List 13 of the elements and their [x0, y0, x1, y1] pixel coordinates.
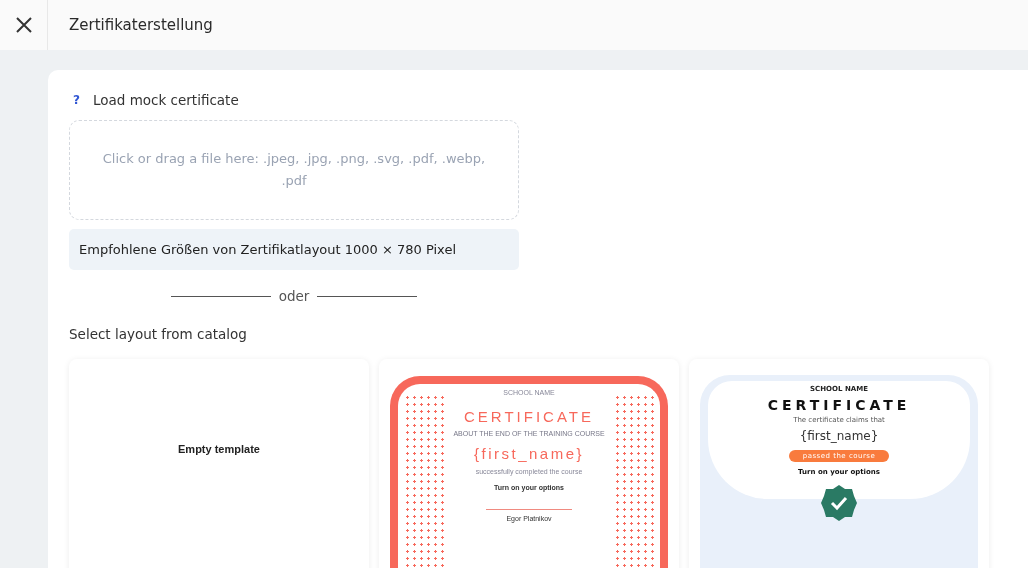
checkmark-seal-icon	[820, 484, 858, 522]
size-hint: Empfohlene Größen von Zertifikatlayout 1000 × 780 Pixel	[69, 229, 519, 270]
certificate-title: CERTIFICATE	[464, 408, 594, 425]
name-placeholder: {first_name}	[799, 429, 879, 443]
divider-label: oder	[278, 288, 310, 304]
name-placeholder: {first_name}	[473, 445, 584, 462]
upload-label: Load mock certificate	[92, 92, 239, 108]
page-title: Zertifikaterstellung	[69, 16, 213, 34]
certificate-title: CERTIFICATE	[767, 397, 911, 413]
catalog-label: Select layout from catalog	[69, 326, 248, 342]
close-icon	[14, 16, 33, 34]
template-card[interactable]: Empty template	[69, 359, 369, 568]
help-icon[interactable]: ?	[73, 93, 80, 107]
